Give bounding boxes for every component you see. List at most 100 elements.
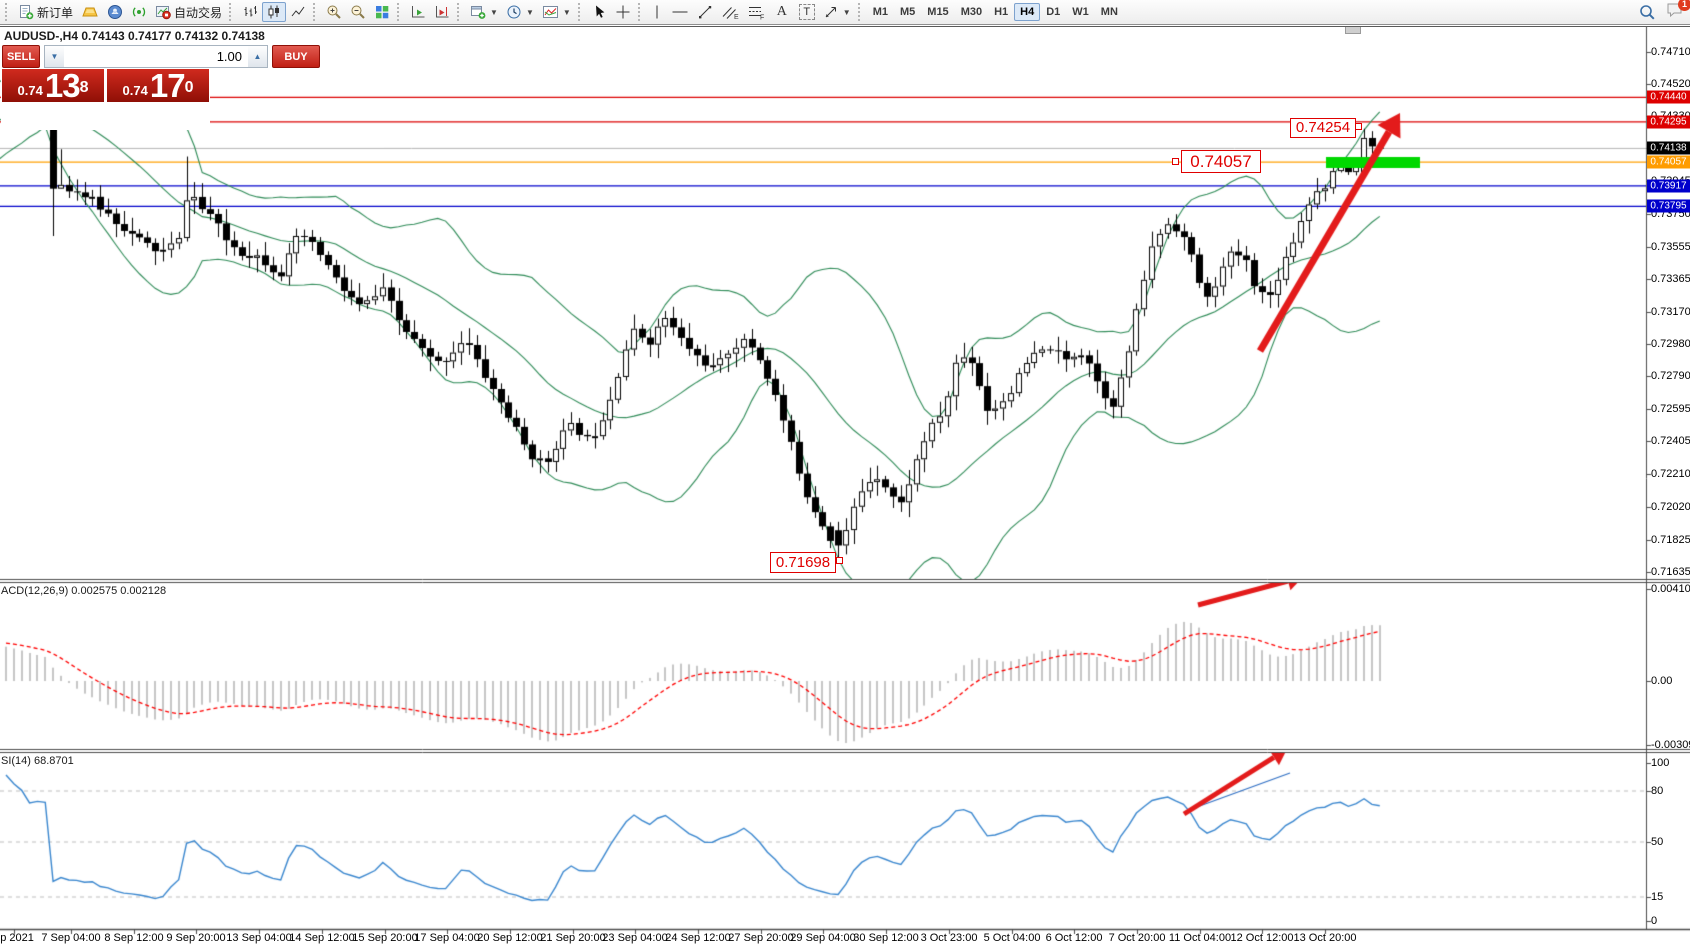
timeframe-m1[interactable]: M1: [867, 3, 894, 21]
buy-price-button[interactable]: 0.74 17 0: [107, 69, 209, 102]
timeframe-h4[interactable]: H4: [1014, 3, 1040, 21]
chart-canvas[interactable]: [0, 27, 1690, 949]
price-tick-label: 0.72020: [1651, 501, 1690, 513]
objects-button[interactable]: ▼: [819, 2, 855, 22]
rsi-scale-label: 0: [1651, 915, 1657, 927]
signals-button[interactable]: [127, 2, 151, 22]
fibonacci-button[interactable]: F: [743, 2, 769, 22]
clock-icon: [506, 4, 522, 20]
new-order-button[interactable]: 新订单: [14, 2, 77, 22]
price-tick-label: 0.71825: [1651, 534, 1690, 546]
cursor-icon: [591, 4, 607, 20]
text-button[interactable]: A: [769, 2, 795, 22]
zoom-in-button[interactable]: [322, 2, 346, 22]
main-toolbar: 新订单 自动交易: [0, 0, 1690, 25]
equidistant-channel-button[interactable]: E: [717, 2, 743, 22]
volume-decrease-button[interactable]: ▼: [45, 46, 64, 67]
callout-anchor[interactable]: [836, 557, 843, 564]
community-button[interactable]: [103, 2, 127, 22]
price-tick-label: 0.73170: [1651, 306, 1690, 318]
price-tick-label: 0.74520: [1651, 78, 1690, 90]
timeframe-m5[interactable]: M5: [894, 3, 921, 21]
callout-anchor[interactable]: [1355, 123, 1362, 130]
new-chart-button[interactable]: ▼: [466, 2, 502, 22]
buy-price-main: 17: [150, 71, 185, 101]
fibonacci-icon: F: [747, 4, 765, 20]
toolbar-grip: [578, 3, 584, 21]
sell-price-button[interactable]: 0.74 13 8: [2, 69, 104, 102]
time-label: 30 Sep 12:00: [853, 932, 918, 944]
window-splitter-handle[interactable]: [1345, 27, 1361, 34]
time-label: 6 Oct 12:00: [1046, 932, 1103, 944]
axis-price-badge: 0.73795: [1647, 200, 1690, 213]
text-label-button[interactable]: T: [795, 2, 819, 22]
sell-button[interactable]: SELL: [2, 45, 40, 68]
zoom-in-icon: [326, 4, 342, 20]
market-depth-button[interactable]: [77, 2, 103, 22]
buy-button[interactable]: BUY: [272, 45, 320, 68]
time-label: 13 Oct 20:00: [1294, 932, 1357, 944]
indicators-button[interactable]: ▼: [538, 2, 575, 22]
new-chart-icon: [470, 4, 486, 20]
time-label: 27 Sep 20:00: [728, 932, 793, 944]
autotrading-icon: [155, 4, 171, 20]
toolbar-grip: [229, 3, 235, 21]
crosshair-button[interactable]: [611, 2, 635, 22]
price-callout[interactable]: 0.71698: [770, 552, 836, 573]
chart-title: AUDUSD-,H4 0.74143 0.74177 0.74132 0.741…: [4, 29, 265, 43]
price-tick-label: 0.72790: [1651, 370, 1690, 382]
text-label-icon: T: [799, 4, 815, 20]
cursor-button[interactable]: [587, 2, 611, 22]
svg-text:F: F: [760, 15, 764, 21]
zoom-out-icon: [350, 4, 366, 20]
sell-price-prefix: 0.74: [18, 81, 43, 101]
bar-chart-button[interactable]: [238, 2, 262, 22]
time-label: 14 Sep 12:00: [289, 932, 354, 944]
zoom-out-button[interactable]: [346, 2, 370, 22]
timeframe-m30[interactable]: M30: [955, 3, 988, 21]
buy-price-prefix: 0.74: [123, 81, 148, 101]
time-label: 29 Sep 04:00: [790, 932, 855, 944]
volume-input[interactable]: [64, 46, 248, 67]
callout-anchor[interactable]: [1172, 158, 1179, 165]
line-chart-button[interactable]: [286, 2, 310, 22]
candlestick-chart-button[interactable]: [262, 2, 286, 22]
tile-windows-button[interactable]: [370, 2, 394, 22]
timeframe-d1[interactable]: D1: [1040, 3, 1066, 21]
chart-window: AUDUSD-,H4 0.74143 0.74177 0.74132 0.741…: [0, 26, 1690, 949]
time-label: 17 Sep 04:00: [414, 932, 479, 944]
bar-chart-icon: [242, 4, 258, 20]
search-icon[interactable]: [1639, 4, 1656, 21]
vertical-line-button[interactable]: [647, 2, 667, 22]
trendline-icon: [697, 4, 713, 20]
timeframe-m15[interactable]: M15: [921, 3, 954, 21]
autotrading-button[interactable]: 自动交易: [151, 2, 226, 22]
vertical-line-icon: [651, 4, 663, 20]
autoscroll-button[interactable]: [406, 2, 430, 22]
price-tick-label: 0.72405: [1651, 435, 1690, 447]
toolbar-grip: [397, 3, 403, 21]
crosshair-icon: [615, 4, 631, 20]
chat-button[interactable]: 1: [1666, 2, 1684, 23]
sell-price-pip: 8: [80, 69, 89, 107]
price-callout[interactable]: 0.74057: [1181, 150, 1261, 173]
time-label: 21 Sep 20:00: [540, 932, 605, 944]
timeframe-h1[interactable]: H1: [988, 3, 1014, 21]
price-callout[interactable]: 0.74254: [1290, 118, 1356, 138]
time-label: 9 Sep 20:00: [166, 932, 225, 944]
horizontal-line-button[interactable]: [667, 2, 693, 22]
macd-scale-label: 0.004109: [1651, 583, 1690, 595]
timeframe-w1[interactable]: W1: [1066, 3, 1095, 21]
trendline-button[interactable]: [693, 2, 717, 22]
volume-increase-button[interactable]: ▲: [248, 46, 267, 67]
axis-price-badge: 0.74057: [1647, 156, 1690, 169]
arrow-object-icon: [823, 4, 839, 20]
rsi-indicator-label: SI(14) 68.8701: [1, 755, 74, 767]
chart-shift-button[interactable]: [430, 2, 454, 22]
community-icon: [107, 4, 123, 20]
timeframe-mn[interactable]: MN: [1095, 3, 1124, 21]
text-a-icon: A: [773, 4, 791, 20]
chat-badge: 1: [1678, 0, 1690, 11]
periods-button[interactable]: ▼: [502, 2, 538, 22]
price-tick-label: 0.72980: [1651, 338, 1690, 350]
